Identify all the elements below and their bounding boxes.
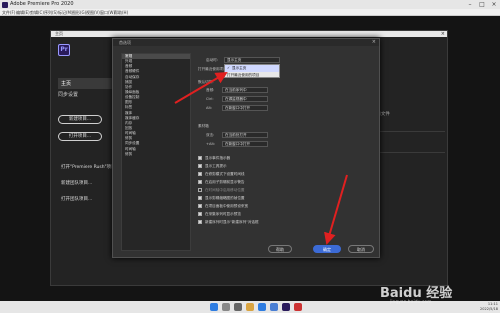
menu-view[interactable]: 视图(V) <box>86 9 100 16</box>
dialog-title: 首选项 <box>119 40 131 45</box>
ok-button[interactable]: 确定 <box>313 245 341 253</box>
menu-graphics[interactable]: 图形(G) <box>72 9 86 16</box>
minimize-icon[interactable]: – <box>464 0 476 9</box>
checkbox-label: 新建序列时显示"新建序列"对话框 <box>205 220 259 224</box>
bin-row2-dropdown[interactable]: 在新窗口中打开 <box>222 141 268 147</box>
checkbox-label: 显示剪辑缩略图的帧位置 <box>205 196 245 200</box>
edge-browser-icon[interactable] <box>258 303 266 311</box>
row-alt-dropdown[interactable]: 在新窗口中打开 <box>222 105 268 111</box>
checkbox-label: 在启用子剪辑前显示警告 <box>205 180 245 184</box>
checkbox-row[interactable]: 在修剪模式下设置时间线 <box>198 171 245 177</box>
checkbox-row[interactable]: 显示事件指示器 <box>198 155 230 161</box>
baidu-watermark: Baidu 经验 <box>380 286 453 301</box>
bin-row2-label: +Alt: <box>206 142 216 146</box>
category-item[interactable]: 修剪 <box>122 152 190 157</box>
maximize-icon[interactable]: □ <box>476 0 488 9</box>
menu-sequence[interactable]: 序列(S) <box>44 9 58 16</box>
new-team-project-link[interactable]: 新建团队项目... <box>61 180 92 186</box>
open-team-project-link[interactable]: 打开团队项目... <box>61 196 92 202</box>
home-title: 主页 <box>55 31 63 36</box>
default-switch-label: 默认切换: <box>198 80 214 84</box>
option-open-recent[interactable]: 打开最近使用的项目 <box>225 72 279 79</box>
cancel-button[interactable]: 取消 <box>348 245 374 253</box>
windows-start-icon[interactable] <box>210 303 218 311</box>
watermark-url: jingyan.baidu.com <box>390 300 432 305</box>
file-explorer-icon[interactable] <box>246 303 254 311</box>
checkbox-row[interactable]: 在时间轴中启用移动位置 <box>198 187 245 193</box>
category-list[interactable]: 常规 外观 音频 音频硬件 自动保存 捕捉 协作 操纵面板 设备控制 图形 标签… <box>121 53 191 251</box>
checkbox[interactable] <box>198 156 202 160</box>
bin-row1-label: 双击: <box>206 133 215 137</box>
premiere-app-icon <box>2 1 8 8</box>
checkbox-row[interactable]: 在采集序列时显示预览 <box>198 211 241 217</box>
menu-edit[interactable]: 编辑(E) <box>16 9 30 16</box>
startup-label: 启动时: <box>206 58 218 62</box>
option-label: 显示主页 <box>232 66 247 70</box>
search-icon[interactable] <box>222 303 230 311</box>
dialog-close-icon[interactable]: × <box>372 39 376 46</box>
task-view-icon[interactable] <box>234 303 242 311</box>
checkbox[interactable] <box>198 204 202 208</box>
bin-row1-dropdown[interactable]: 在当前处打开 <box>222 132 268 138</box>
check-icon: ✓ <box>227 66 231 70</box>
checkbox-row[interactable]: 在项目面板中使用预设来宽 <box>198 203 248 209</box>
row-ctrl-label: Ctrl: <box>206 97 214 101</box>
home-title-bar: 主页 × <box>51 31 447 37</box>
menu-help[interactable]: 帮助(H) <box>114 9 128 16</box>
premiere-taskbar-icon[interactable] <box>282 303 290 311</box>
help-button[interactable]: 帮助 <box>268 245 292 253</box>
option-show-home[interactable]: ✓ 显示主页 <box>225 65 279 72</box>
checkbox-row[interactable]: 在启用子剪辑前显示警告 <box>198 179 245 185</box>
app-title: Adobe Premiere Pro 2020 <box>10 1 74 7</box>
new-project-button[interactable]: 新建项目... <box>58 115 102 124</box>
clock-date: 2022/5/18 <box>480 307 498 311</box>
menu-window[interactable]: 窗口(W) <box>100 9 115 16</box>
menu-marker[interactable]: 标记(M) <box>58 9 73 16</box>
menu-file[interactable]: 文件(F) <box>2 9 15 16</box>
row-audio-label: 音频: <box>206 88 215 92</box>
dialog-title-bar: 首选项 × <box>113 39 379 46</box>
open-project-button[interactable]: 打开项目... <box>58 132 102 141</box>
screen: { "app": {"title": "Adobe Premiere Pro 2… <box>0 0 500 313</box>
checkbox-label: 在时间轴中启用移动位置 <box>205 188 245 192</box>
app-title-bar: Adobe Premiere Pro 2020 – □ × <box>0 0 500 9</box>
checkbox-label: 在采集序列时显示预览 <box>205 212 241 216</box>
bin-section-label: 素材箱 <box>198 124 209 128</box>
checkbox-row[interactable]: 显示工具提示 <box>198 163 227 169</box>
checkbox-label: 在项目面板中使用预设来宽 <box>205 204 249 208</box>
checkbox[interactable] <box>198 164 202 168</box>
store-icon[interactable] <box>270 303 278 311</box>
checkbox[interactable] <box>198 188 202 192</box>
nav-home[interactable]: 主页 <box>58 78 118 89</box>
checkbox-label: 显示事件指示器 <box>205 156 231 160</box>
checkbox-label: 在修剪模式下设置时间线 <box>205 172 245 176</box>
checkbox[interactable] <box>198 172 202 176</box>
checkbox[interactable] <box>198 220 202 224</box>
premiere-logo: Pr <box>58 44 70 56</box>
close-icon[interactable]: × <box>488 0 500 9</box>
checkbox-label: 显示工具提示 <box>205 164 227 168</box>
nav-sync-settings[interactable]: 同步设置 <box>58 91 78 98</box>
checkbox[interactable] <box>198 180 202 184</box>
checkbox-row[interactable]: 显示剪辑缩略图的帧位置 <box>198 195 245 201</box>
app-taskbar-icon[interactable] <box>294 303 302 311</box>
row-audio-dropdown[interactable]: 在当前序列中 <box>222 87 268 93</box>
menu-bar: 文件(F) 编辑(E) 剪辑(C) 序列(S) 标记(M) 图形(G) 视图(V… <box>0 9 500 16</box>
system-tray-clock[interactable]: 11:11 2022/5/18 <box>480 302 498 312</box>
startup-dropdown-menu[interactable]: ✓ 显示主页 打开最近使用的项目 <box>224 64 280 78</box>
checkbox[interactable] <box>198 196 202 200</box>
startup-dropdown[interactable]: 显示主页 <box>224 57 280 63</box>
row-alt-label: Alt: <box>206 106 213 110</box>
row-ctrl-dropdown[interactable]: 在源监视器中 <box>222 96 268 102</box>
checkbox[interactable] <box>198 212 202 216</box>
menu-clip[interactable]: 剪辑(C) <box>30 9 44 16</box>
checkbox-row[interactable]: 新建序列时显示"新建序列"对话框 <box>198 219 259 225</box>
home-close-icon[interactable]: × <box>441 31 445 37</box>
